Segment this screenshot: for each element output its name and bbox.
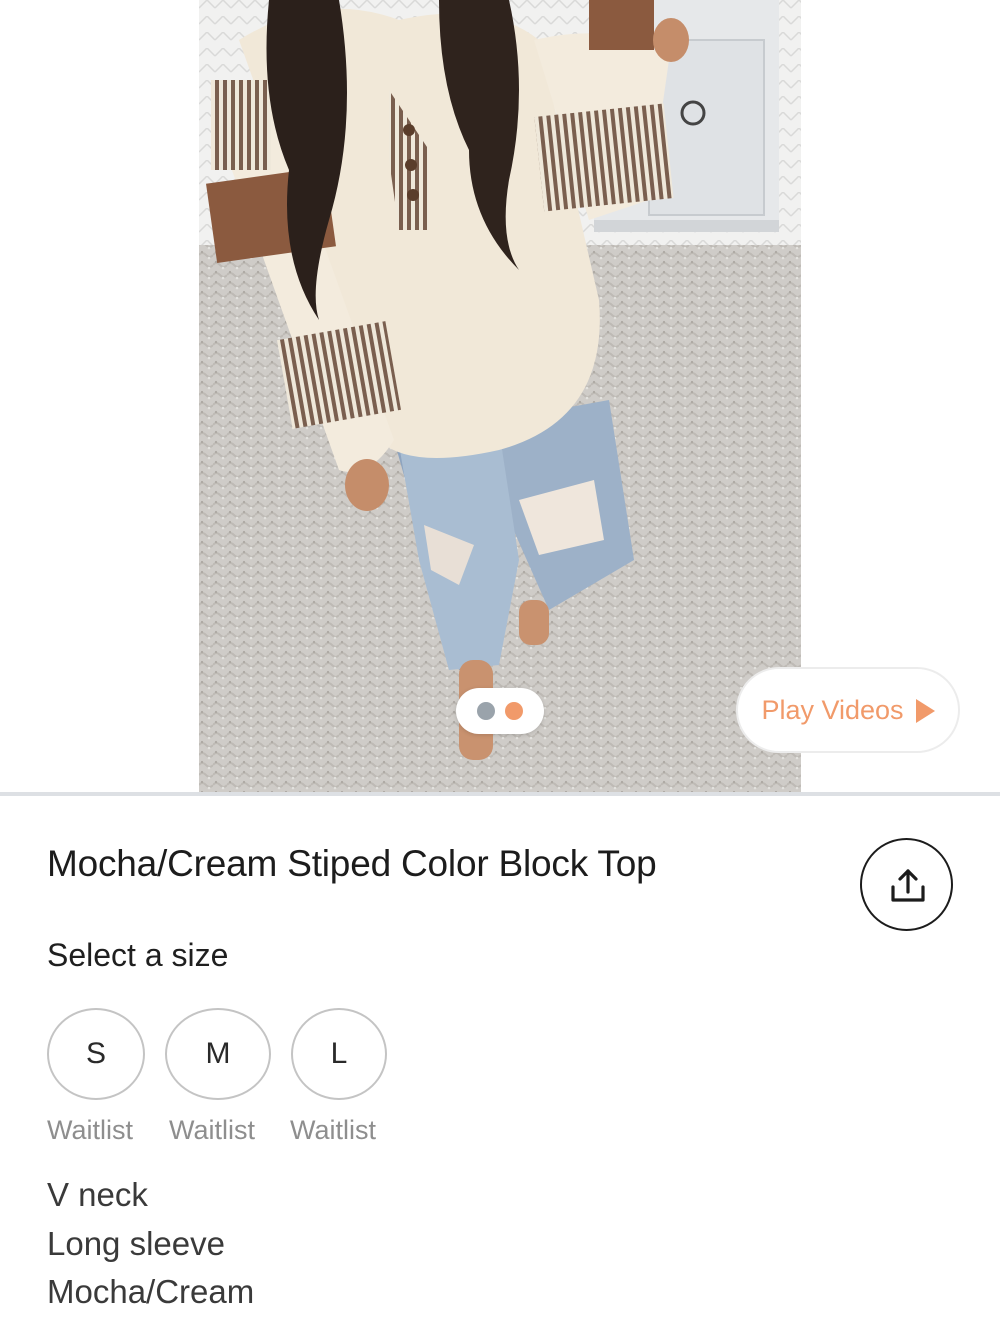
section-divider <box>0 792 1000 796</box>
play-videos-label: Play Videos <box>761 694 904 725</box>
size-option-m[interactable]: M <box>165 1008 271 1100</box>
size-option-label: S <box>85 1037 106 1070</box>
size-option-label: L <box>330 1037 348 1070</box>
size-status-s: Waitlist <box>47 1115 133 1145</box>
play-videos-button[interactable]: Play Videos <box>736 667 960 753</box>
description-feature: Long sleeve <box>47 1225 225 1262</box>
carousel-indicator[interactable] <box>456 688 544 734</box>
size-status-l: Waitlist <box>290 1115 376 1145</box>
carousel-dot-1[interactable] <box>477 702 495 720</box>
description-feature: Mocha/Cream <box>47 1273 255 1310</box>
description-feature: V neck <box>47 1176 148 1213</box>
product-photo[interactable] <box>199 0 801 792</box>
size-option-label: M <box>205 1037 231 1070</box>
share-icon <box>891 869 925 902</box>
product-title: Mocha/Cream Stiped Color Block Top <box>47 843 657 884</box>
share-button[interactable] <box>860 838 953 931</box>
play-icon <box>915 698 935 723</box>
size-option-s[interactable]: S <box>47 1008 145 1100</box>
size-status-m: Waitlist <box>169 1115 255 1145</box>
size-option-l[interactable]: L <box>291 1008 387 1100</box>
product-media: Play Videos <box>0 0 1000 792</box>
carousel-dot-2[interactable] <box>505 702 523 720</box>
size-section-label: Select a size <box>47 937 229 973</box>
